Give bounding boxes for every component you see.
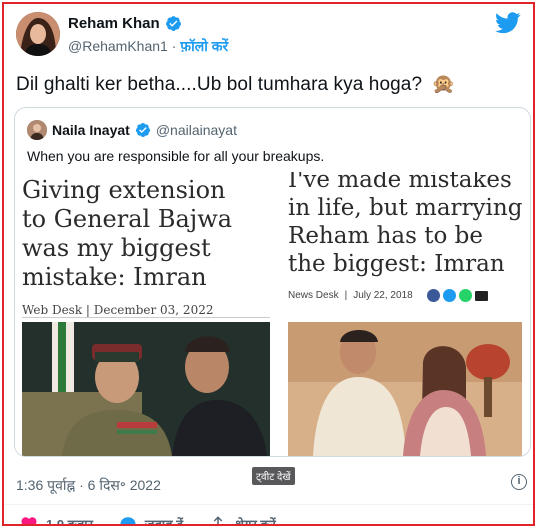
left-article-image[interactable]: Giving extension to General Bajwa was my… [15, 172, 270, 456]
facebook-icon [426, 289, 440, 302]
headline-line: was my biggest [22, 234, 211, 262]
headline-line: to General Bajwa [22, 205, 233, 233]
quoted-author-row: Naila Inayat @nailainayat [27, 120, 237, 140]
tweet-date: 6 दिस॰ 2022 [87, 477, 161, 493]
author-name[interactable]: Reham Khan [68, 15, 160, 32]
quoted-avatar [27, 120, 47, 140]
avatar[interactable] [16, 12, 60, 56]
email-icon [474, 291, 488, 301]
reply-icon [120, 517, 136, 524]
article-source: News Desk [288, 290, 339, 301]
headline-line: Reham has to be [288, 223, 483, 249]
byline-separator: | [344, 290, 348, 301]
headline-line: mistake: Imran [22, 263, 207, 291]
action-bar: 1.9 हज़ार जवाब दें शेयर करें [20, 515, 276, 526]
heart-icon [21, 517, 37, 524]
headline-line: I've made mistakes [288, 172, 512, 193]
follow-button[interactable]: फ़ॉलो करें [180, 38, 228, 54]
quoted-author-handle: @nailainayat [155, 122, 237, 138]
right-byline: News Desk | July 22, 2018 [288, 289, 488, 302]
headline-line: the biggest: Imran [288, 251, 505, 277]
tweet-body: Dil ghalti ker betha....Ub bol tumhara k… [16, 74, 423, 95]
share-button[interactable]: शेयर करें [209, 515, 276, 526]
quoted-tweet[interactable]: Naila Inayat @nailainayat When you are r… [14, 107, 531, 457]
share-icons [426, 289, 488, 302]
right-headline: I've made mistakes in life, but marrying… [288, 172, 522, 278]
article-date: July 22, 2018 [353, 290, 413, 301]
left-headline: Giving extension to General Bajwa was my… [22, 176, 232, 292]
verified-badge-icon [135, 123, 150, 137]
quoted-author-name: Naila Inayat [52, 122, 130, 138]
divider [22, 317, 270, 318]
right-article-image[interactable]: I've made mistakes in life, but marrying… [274, 172, 529, 456]
tweet-time: 1:36 पूर्वाह्न [16, 477, 76, 493]
twitter-bird-icon[interactable] [495, 12, 521, 34]
quoted-media[interactable]: Giving extension to General Bajwa was my… [15, 172, 530, 456]
reply-label: जवाब दें [144, 517, 184, 526]
like-count: 1.9 हज़ार [46, 517, 93, 526]
like-button[interactable]: 1.9 हज़ार [20, 515, 93, 526]
twitter-icon [442, 289, 456, 302]
share-label: शेयर करें [235, 517, 276, 526]
headline-line: in life, but marrying [288, 195, 523, 221]
author-handle-row: @RehamKhan1 · फ़ॉलो करें [68, 37, 228, 56]
speak-no-evil-monkey-icon: 🙊 [431, 74, 456, 95]
headline-line: Giving extension [22, 176, 226, 204]
reply-button[interactable]: जवाब दें [119, 515, 184, 526]
divider [4, 504, 533, 505]
info-icon[interactable]: i [511, 474, 527, 490]
separator-dot: · [167, 38, 181, 54]
left-byline: Web Desk | December 03, 2022 [22, 303, 214, 317]
verified-badge-icon [165, 16, 181, 31]
share-icon [213, 516, 223, 524]
whatsapp-icon [458, 289, 472, 302]
tweet-text: Dil ghalti ker betha....Ub bol tumhara k… [16, 72, 455, 96]
right-article-photo [288, 322, 522, 456]
author-handle[interactable]: @RehamKhan1 [68, 38, 168, 54]
timestamp[interactable]: 1:36 पूर्वाह्न · 6 दिस॰ 2022 [16, 476, 161, 495]
tooltip: ट्वीट देखें [252, 467, 295, 485]
quoted-text: When you are responsible for all your br… [27, 148, 325, 164]
tweet-card: Reham Khan @RehamKhan1 · फ़ॉलो करें Dil … [2, 2, 535, 526]
left-article-photo [22, 322, 270, 456]
author-row: Reham Khan [68, 15, 182, 32]
